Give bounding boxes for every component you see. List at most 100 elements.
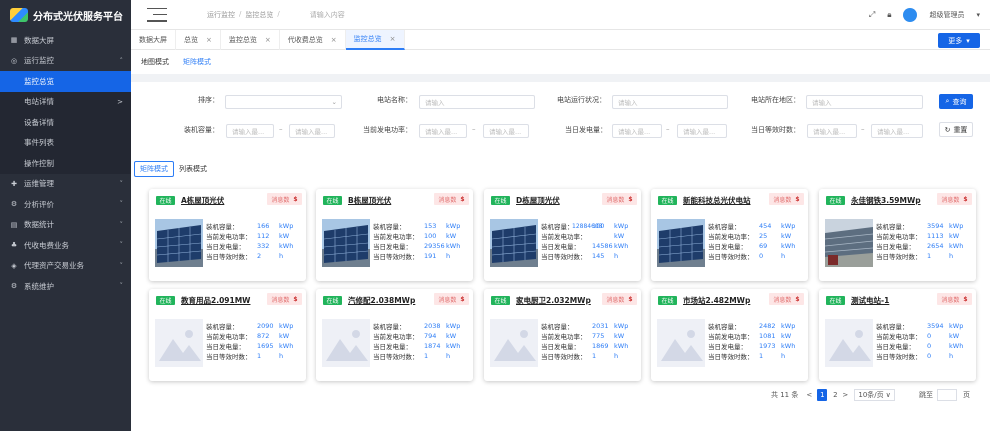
metric-label: 当日发电量：: [206, 343, 245, 351]
station-thumbnail: [657, 319, 705, 367]
close-icon[interactable]: ×: [206, 36, 212, 44]
hours-label: 当日等效时数：: [751, 126, 800, 134]
search-input[interactable]: 请输入内容: [310, 10, 345, 20]
station-name-link[interactable]: 市场站2.482MWp: [683, 295, 750, 306]
close-icon[interactable]: ×: [390, 35, 396, 43]
sidebar-item-maintenance[interactable]: ✚ 运维管理 ˅: [0, 174, 131, 195]
next-page-icon[interactable]: >: [840, 389, 850, 401]
metric-unit: kWp: [781, 222, 796, 230]
energy-min-input[interactable]: 请输入最...: [612, 124, 662, 138]
station-name-link[interactable]: 教育用品2.091MW: [181, 295, 250, 306]
hours-min-input[interactable]: 请输入最...: [807, 124, 857, 138]
message-count-button[interactable]: 消息数 $: [769, 193, 804, 205]
sort-select[interactable]: ⌄: [225, 95, 342, 109]
power-max-input[interactable]: 请输入最...: [483, 124, 529, 138]
station-metrics: 装机容量： 2038 kWp 当前发电功率： 794 kW 当日发电量： 1874 kWh 当日等…: [373, 321, 471, 361]
fullscreen-icon[interactable]: ⤢: [869, 10, 875, 20]
station-card[interactable]: 在线 B栋屋顶光伏 消息数 $ 装机容量： 153 kWp 当前发电功率： 100 kW 当日发电量…: [316, 189, 473, 281]
sidebar-subitem-monitor-overview[interactable]: 监控总览: [0, 71, 131, 92]
avatar[interactable]: [903, 8, 918, 22]
station-card[interactable]: 在线 新能科技总光伏电站 消息数 $ 装机容量： 454 kWp 当前发电功率： 25 kW 当日发…: [651, 189, 808, 281]
tab-overview[interactable]: 总览 ×: [176, 29, 221, 50]
station-card[interactable]: 在线 教育用品2.091MW 消息数 $ 装机容量： 2090 kWp 当前发电功率： 872 k…: [149, 289, 306, 381]
capacity-max-input[interactable]: 请输入最...: [289, 124, 335, 138]
station-name-link[interactable]: B栋屋顶光伏: [348, 195, 391, 206]
sidebar-item-label: 监控总览: [24, 76, 54, 86]
tab-monitor-overview-active[interactable]: 监控总览 ×: [345, 29, 405, 50]
search-button[interactable]: ⌕ 查询: [939, 94, 973, 109]
close-icon[interactable]: ×: [265, 36, 271, 44]
station-region-input[interactable]: 请输入: [806, 95, 923, 109]
station-status-input[interactable]: 请输入: [612, 95, 728, 109]
tab-fee-overview[interactable]: 代收费总览 ×: [280, 29, 346, 50]
tab-matrix-view[interactable]: 矩阵模式: [134, 161, 174, 177]
lock-icon[interactable]: 🔒︎: [887, 10, 891, 20]
station-name-link[interactable]: A栋屋顶光伏: [181, 195, 224, 206]
station-card[interactable]: 在线 汽修配2.038MWp 消息数 $ 装机容量： 2038 kWp 当前发电功率： 794 k…: [316, 289, 473, 381]
station-card[interactable]: 在线 市场站2.482MWp 消息数 $ 装机容量： 2482 kWp 当前发电功率： 1081…: [651, 289, 808, 381]
sidebar-item-analysis[interactable]: ⚙ 分析评价 ˅: [0, 194, 131, 215]
sidebar-item-monitor[interactable]: ◎ 运行监控 ˄: [0, 51, 131, 72]
menu-toggle-icon[interactable]: [147, 7, 167, 22]
message-count-button[interactable]: 消息数 $: [434, 193, 469, 205]
sidebar-subitem-station-detail[interactable]: 电站详情 >: [0, 91, 131, 112]
station-card[interactable]: 在线 家电厨卫2.032MWp 消息数 $ 装机容量： 2031 kWp 当前发电功率： 775…: [484, 289, 641, 381]
sidebar-subitem-operation-control[interactable]: 操作控制: [0, 153, 131, 174]
metric-label: 装机容量：: [373, 323, 406, 331]
tab-data-screen[interactable]: 数据大屏: [131, 29, 176, 50]
capacity-min-input[interactable]: 请输入最...: [226, 124, 274, 138]
sidebar-item-statistics[interactable]: ▤ 数据统计 ˅: [0, 215, 131, 236]
metric-row-energy: 当日发电量： 1973 kWh: [708, 341, 806, 351]
sidebar-item-asset-trade[interactable]: ◈ 代理资产交易业务 ˅: [0, 256, 131, 277]
tab-map-mode[interactable]: 地图模式: [141, 57, 169, 67]
message-label: 消息数: [606, 196, 625, 204]
hours-max-input[interactable]: 请输入最...: [871, 124, 923, 138]
user-name[interactable]: 超级管理员: [929, 10, 964, 20]
sidebar-item-data-screen[interactable]: ▦ 数据大屏: [0, 30, 131, 51]
prev-page-icon[interactable]: <: [804, 389, 814, 401]
tab-list-view[interactable]: 列表模式: [174, 161, 212, 177]
sidebar-item-system[interactable]: ⚙ 系统维护 ˅: [0, 276, 131, 297]
breadcrumb-item[interactable]: 运行监控: [207, 10, 235, 20]
chevron-down-icon[interactable]: ▾: [976, 11, 980, 19]
message-count-button[interactable]: 消息数 $: [267, 193, 302, 205]
energy-max-input[interactable]: 请输入最...: [677, 124, 727, 138]
online-badge: 在线: [826, 296, 845, 305]
station-name-link[interactable]: 测试电站-1: [851, 295, 889, 306]
tab-monitor-overview[interactable]: 监控总览 ×: [221, 29, 280, 50]
station-name-link[interactable]: 家电厨卫2.032MWp: [516, 295, 591, 306]
station-card[interactable]: 在线 永佳钢铁3.59MWp 消息数 $ 装机容量： 3594 kWp 当前发电功率： 1113…: [819, 189, 976, 281]
station-name-link[interactable]: 汽修配2.038MWp: [348, 295, 415, 306]
station-name-link[interactable]: 新能科技总光伏电站: [683, 195, 751, 206]
station-card[interactable]: 在线 A栋屋顶光伏 消息数 $ 装机容量： 166 kWp 当前发电功率： 112 kW 当日发电量…: [149, 189, 306, 281]
station-name-link[interactable]: D栋屋顶光伏: [516, 195, 560, 206]
sidebar-item-fee-collection[interactable]: ♣ 代收电费业务 ˅: [0, 235, 131, 256]
capacity-label: 装机容量：: [184, 126, 219, 134]
sidebar-subitem-event-list[interactable]: 事件列表: [0, 132, 131, 153]
page-size-select[interactable]: 10条/页 ∨: [854, 389, 895, 401]
station-card[interactable]: 在线 测试电站-1 消息数 $ 装机容量： 3594 kWp 当前发电功率： 0 kW 当日发电量：…: [819, 289, 976, 381]
more-button[interactable]: 更多 ▾: [938, 33, 980, 48]
station-name-input[interactable]: 请输入: [419, 95, 535, 109]
breadcrumb-item[interactable]: 监控总览: [245, 10, 273, 20]
message-count-button[interactable]: 消息数 $: [434, 293, 469, 305]
metric-unit: h: [781, 352, 786, 360]
goto-page-input[interactable]: [937, 389, 957, 401]
page-2[interactable]: 2: [830, 389, 840, 401]
logo-icon: [10, 8, 28, 22]
message-count-button[interactable]: 消息数 $: [602, 193, 637, 205]
tab-matrix-mode[interactable]: 矩阵模式: [183, 57, 211, 67]
message-count-button[interactable]: 消息数 $: [267, 293, 302, 305]
close-icon[interactable]: ×: [331, 36, 337, 44]
station-name-link[interactable]: 永佳钢铁3.59MWp: [851, 195, 921, 206]
station-card[interactable]: 在线 D栋屋顶光伏 消息数 $ 装机容量： 100 kWp 当前发电功率： kW 当日发电量： 14…: [484, 189, 641, 281]
message-count-button[interactable]: 消息数 $: [602, 293, 637, 305]
mode-switch: 地图模式 矩阵模式: [131, 50, 990, 74]
message-count-button[interactable]: 消息数 $: [937, 193, 972, 205]
reset-button[interactable]: ↻ 重置: [939, 122, 973, 137]
message-count-button[interactable]: 消息数 $: [937, 293, 972, 305]
power-min-input[interactable]: 请输入最...: [419, 124, 467, 138]
page-1[interactable]: 1: [817, 389, 828, 401]
message-count-button[interactable]: 消息数 $: [769, 293, 804, 305]
sidebar-subitem-device-detail[interactable]: 设备详情: [0, 112, 131, 133]
